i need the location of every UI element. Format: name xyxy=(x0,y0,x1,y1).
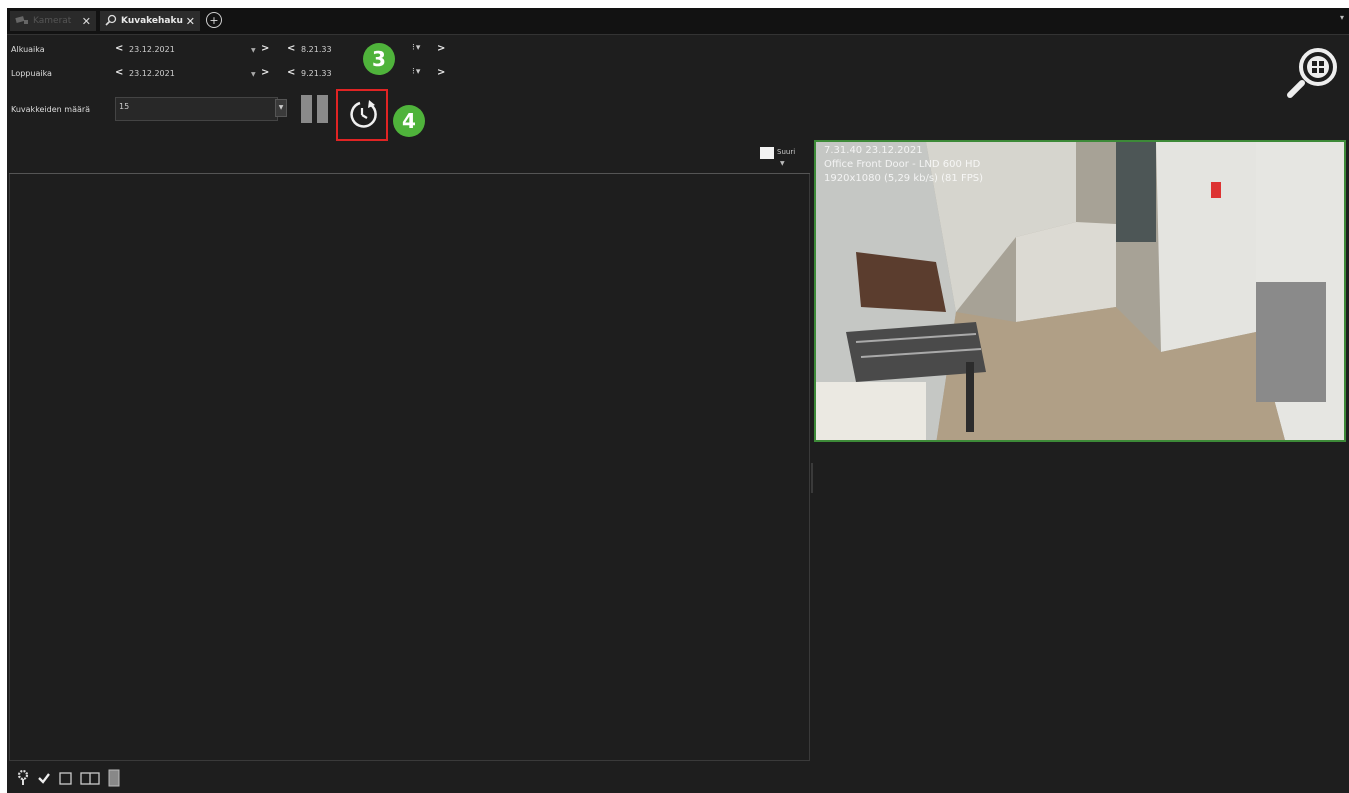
end-time-spinner-icon[interactable]: ⁝▾ xyxy=(412,67,421,77)
preview-stream-info: 1920x1080 (5,29 kb/s) (81 FPS) xyxy=(824,173,983,184)
plus-icon: + xyxy=(209,13,219,27)
camera-icon xyxy=(15,15,29,28)
bottom-toolbar xyxy=(17,767,128,789)
tab-bar: Kamerat ✕ Kuvakehaku ✕ + ▾ xyxy=(7,8,1349,35)
end-time-label: Loppuaika xyxy=(11,69,52,78)
end-time-prev-arrow[interactable]: < xyxy=(287,67,295,78)
start-time-value[interactable]: 8.21.33 xyxy=(301,45,332,54)
window-menu-icon[interactable]: ▾ xyxy=(1340,13,1344,22)
split-view-icon[interactable] xyxy=(80,771,100,785)
grid-search-icon[interactable] xyxy=(1285,44,1341,100)
start-date-prev-arrow[interactable]: < xyxy=(115,43,123,54)
start-time-label: Alkuaika xyxy=(11,45,45,54)
camera-image xyxy=(816,142,1344,440)
pause-bar-left[interactable] xyxy=(301,95,312,123)
gear-icon[interactable] xyxy=(17,770,29,786)
start-date-dropdown-icon[interactable]: ▼ xyxy=(251,47,256,54)
image-count-select[interactable]: 15 xyxy=(115,97,278,121)
start-date-value[interactable]: 23.12.2021 xyxy=(129,45,175,54)
large-thumbnails-checkbox[interactable] xyxy=(760,147,774,159)
panel-splitter[interactable] xyxy=(811,463,813,493)
end-date-prev-arrow[interactable]: < xyxy=(115,67,123,78)
tab-label: Kamerat xyxy=(33,16,72,26)
image-count-label: Kuvakkeiden määrä xyxy=(11,105,91,114)
close-icon[interactable]: ✕ xyxy=(186,15,195,28)
annotation-badge-4: 4 xyxy=(393,105,425,137)
camera-preview[interactable]: 7.31.40 23.12.2021 Office Front Door - L… xyxy=(814,140,1346,442)
single-view-icon[interactable] xyxy=(59,771,72,785)
preview-timestamp: 7.31.40 23.12.2021 xyxy=(824,145,923,156)
clock-refresh-icon xyxy=(350,100,377,128)
results-panel[interactable] xyxy=(9,173,810,761)
pause-bar-right[interactable] xyxy=(317,95,328,123)
start-date-next-arrow[interactable]: > xyxy=(261,43,269,54)
column-view-icon[interactable] xyxy=(108,769,120,787)
start-time-prev-arrow[interactable]: < xyxy=(287,43,295,54)
end-date-dropdown-icon[interactable]: ▼ xyxy=(251,71,256,78)
end-date-value[interactable]: 23.12.2021 xyxy=(129,69,175,78)
end-time-next-arrow[interactable]: > xyxy=(437,67,445,78)
end-time-value[interactable]: 9.21.33 xyxy=(301,69,332,78)
divider xyxy=(9,173,810,174)
tab-label: Kuvakehaku xyxy=(121,16,183,26)
time-search-button[interactable] xyxy=(336,89,388,141)
tab-image-search[interactable]: Kuvakehaku ✕ xyxy=(100,11,200,31)
large-thumbnails-label: Suuri xyxy=(777,148,796,156)
add-tab-button[interactable]: + xyxy=(206,12,222,28)
magnifier-icon xyxy=(105,14,117,29)
image-count-value: 15 xyxy=(119,102,130,111)
start-time-spinner-icon[interactable]: ⁝▾ xyxy=(412,43,421,53)
app-window: Kamerat ✕ Kuvakehaku ✕ + ▾ Alkuaika < 23… xyxy=(7,8,1349,793)
check-icon[interactable] xyxy=(37,771,51,785)
image-count-dropdown-icon[interactable]: ▼ xyxy=(275,99,287,117)
chevron-down-icon[interactable]: ▼ xyxy=(780,160,785,167)
tab-cameras[interactable]: Kamerat ✕ xyxy=(10,11,96,31)
start-time-next-arrow[interactable]: > xyxy=(437,43,445,54)
preview-camera-name: Office Front Door - LND 600 HD xyxy=(824,159,981,170)
close-icon[interactable]: ✕ xyxy=(82,15,91,28)
end-date-next-arrow[interactable]: > xyxy=(261,67,269,78)
annotation-badge-3: 3 xyxy=(363,43,395,75)
